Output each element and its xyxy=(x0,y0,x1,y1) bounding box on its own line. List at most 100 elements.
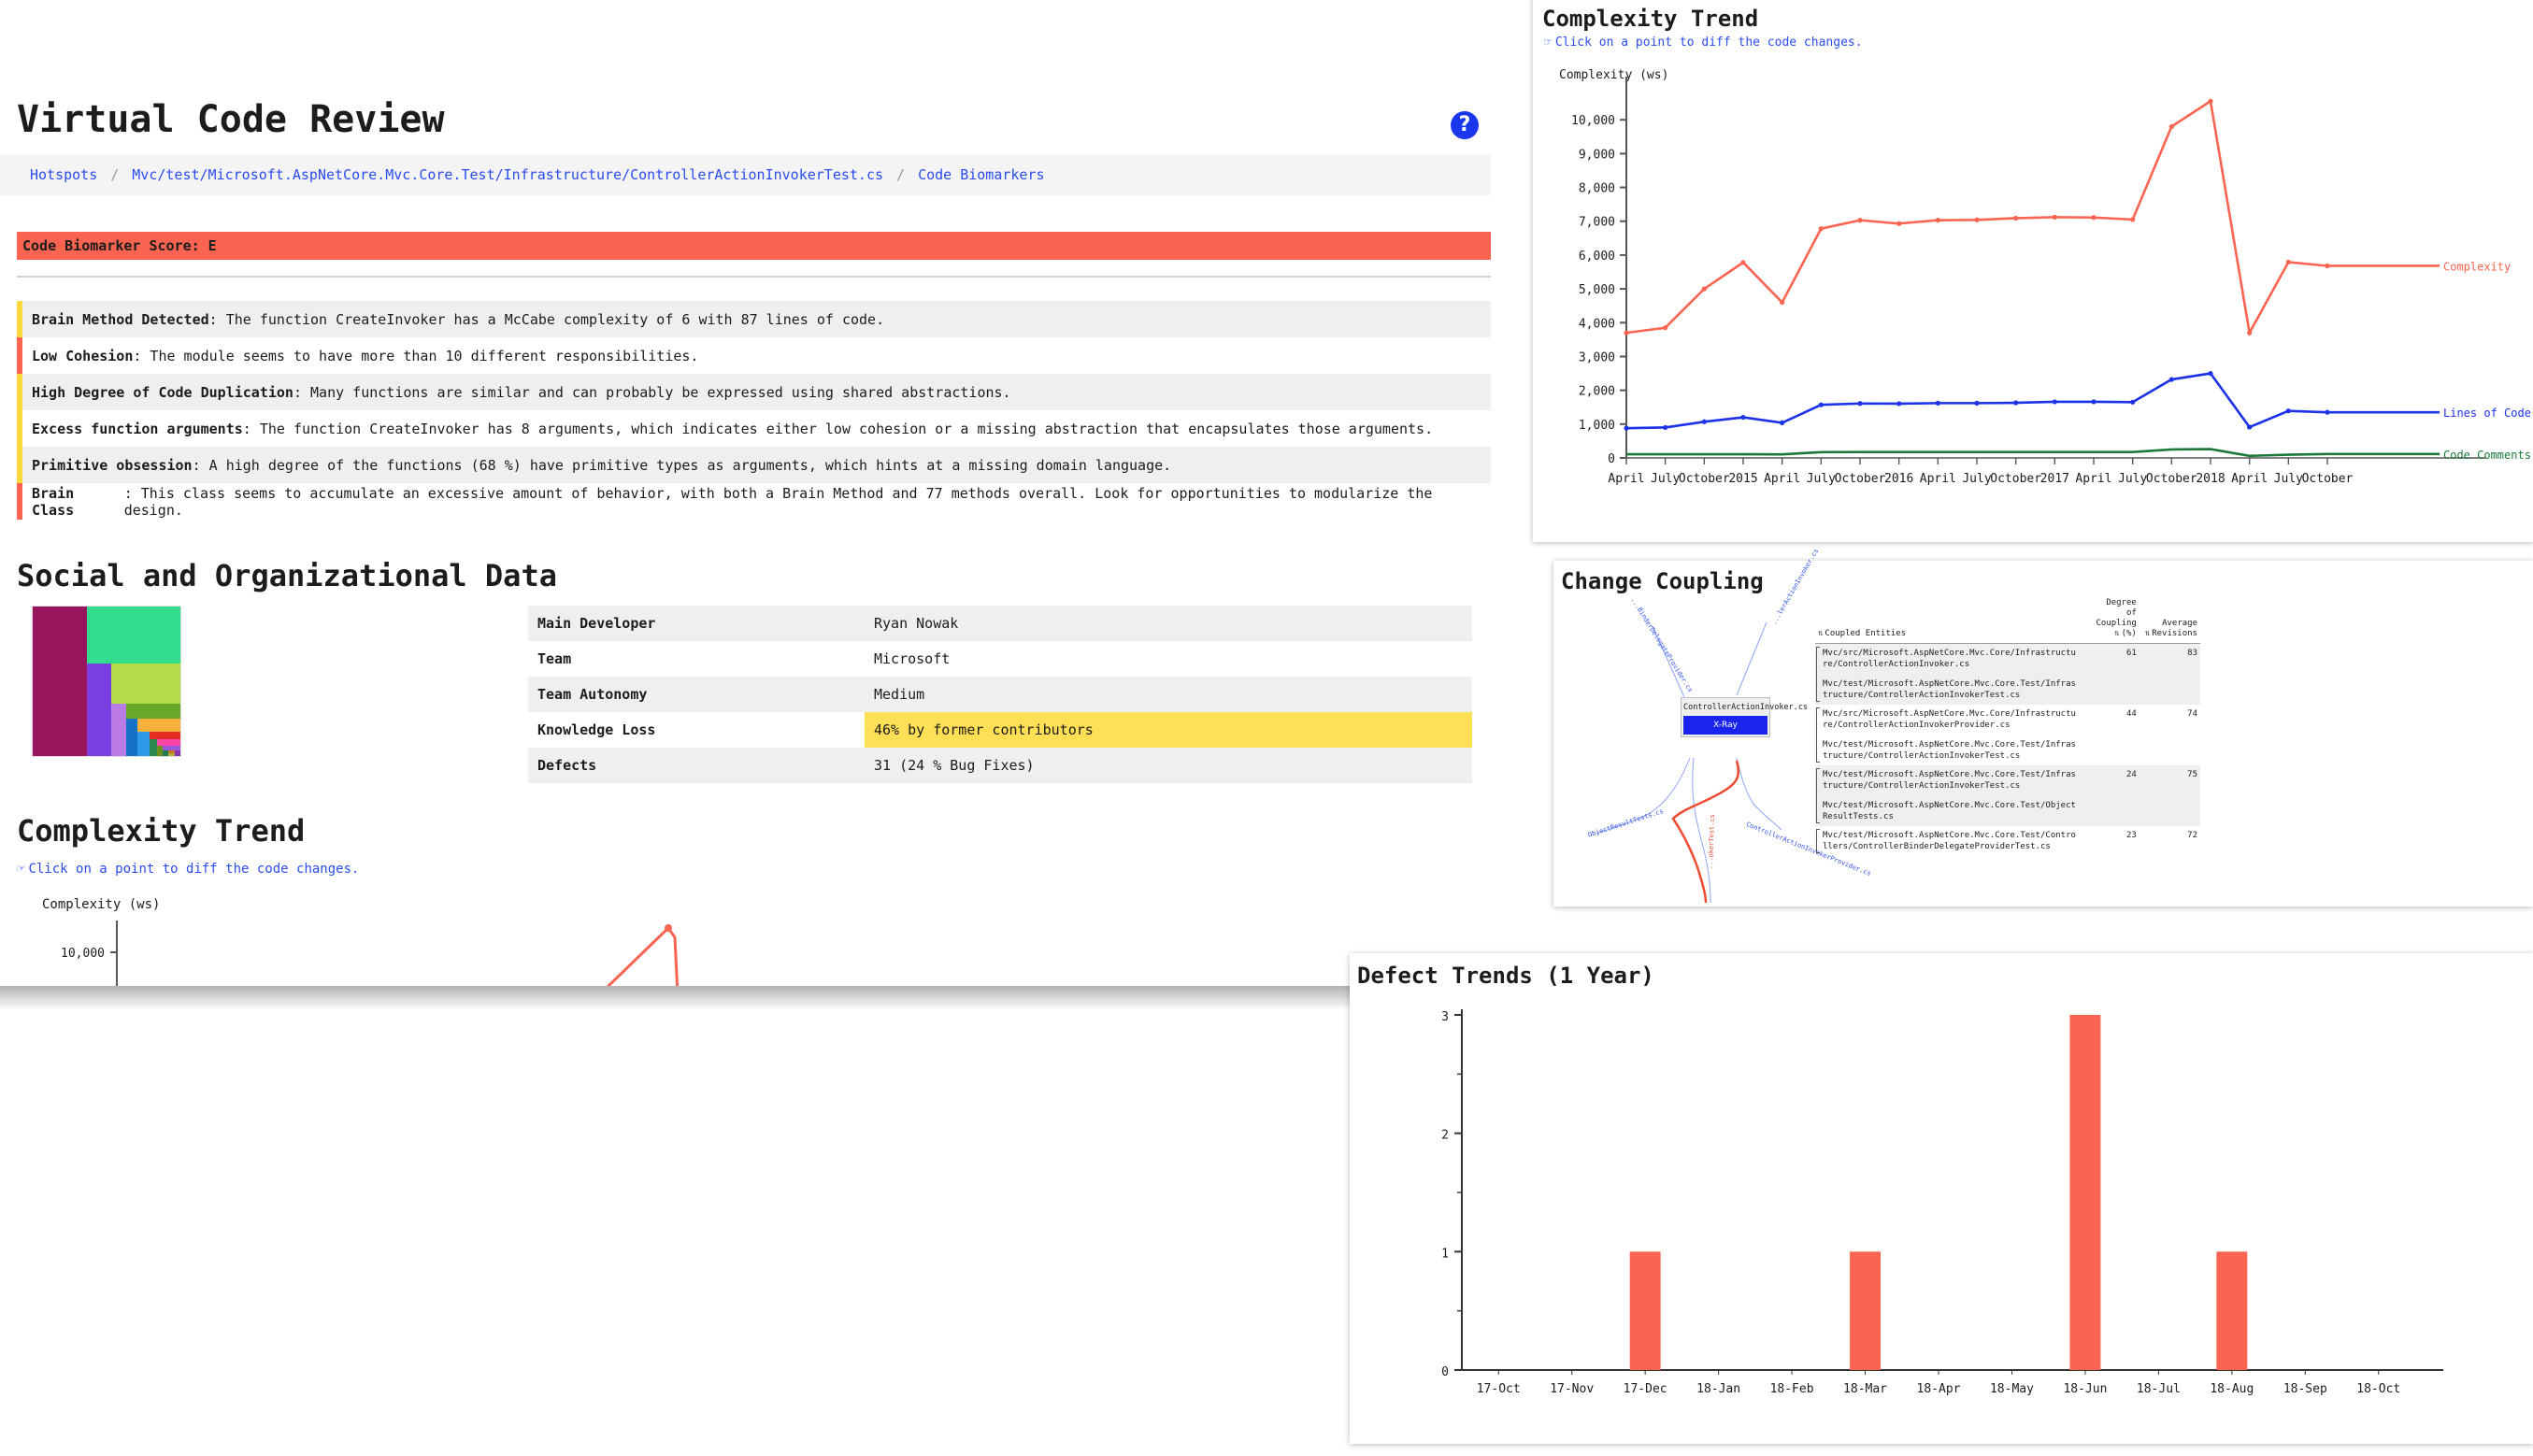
data-point[interactable] xyxy=(1818,226,1824,232)
complexity-trend-chart[interactable]: Complexity (ws) 0 1,000 2,000 3,000 4,000 5,00… xyxy=(1533,65,2533,533)
bar[interactable] xyxy=(1629,1251,1661,1370)
data-point[interactable] xyxy=(1935,400,1940,406)
treemap-cell[interactable] xyxy=(87,663,111,756)
treemap-cell[interactable] xyxy=(33,607,88,756)
data-point[interactable] xyxy=(2052,399,2057,405)
data-point[interactable] xyxy=(1818,402,1824,407)
data-point[interactable] xyxy=(1780,420,1785,425)
brace-icon xyxy=(1816,829,1820,853)
data-point[interactable] xyxy=(2285,259,2291,265)
entity-line: Mvc/test/Microsoft.AspNetCore.Mvc.Core.T… xyxy=(1823,801,2076,810)
x-tick-label: 2015 xyxy=(1728,472,1757,486)
data-point[interactable] xyxy=(2168,123,2174,130)
col-header-degree-of-coupling[interactable]: Degree of Coupling ⇅ (%) xyxy=(2091,598,2139,644)
col-header-coupled-entities[interactable]: ⇅ Coupled Entities xyxy=(1815,598,2092,644)
data-point[interactable] xyxy=(1974,217,1980,222)
x-tick-label: 18-Oct xyxy=(2356,1382,2400,1396)
data-point[interactable] xyxy=(1701,286,1707,292)
data-point[interactable] xyxy=(2013,215,2019,221)
x-tick-label: April xyxy=(1764,472,1800,486)
y-tick-label: 0 xyxy=(1441,1365,1449,1379)
defect-trends-panel: Defect Trends (1 Year) 0 1 2 3 17-Oct 17-Nov 1… xyxy=(1350,953,2533,1444)
data-point[interactable] xyxy=(665,924,672,932)
legend-label: Code Comments xyxy=(2443,449,2531,462)
section-title-complexity-lower: Complexity Trend xyxy=(17,813,306,849)
data-point[interactable] xyxy=(1624,330,1629,335)
bar[interactable] xyxy=(2216,1251,2248,1370)
data-point[interactable] xyxy=(1740,260,1746,265)
table-row[interactable]: Mvc/test/Microsoft.AspNetCore.Mvc.Core.T… xyxy=(1815,826,2200,856)
bar[interactable] xyxy=(1850,1251,1882,1370)
data-point[interactable] xyxy=(1974,400,1980,406)
data-point[interactable] xyxy=(1935,218,1940,223)
table-row[interactable]: Mvc/test/Microsoft.AspNetCore.Mvc.Core.T… xyxy=(1815,765,2200,826)
y-tick-label: 5,000 xyxy=(1579,283,1615,297)
complexity-trend-chart-lower[interactable]: 10,000 xyxy=(0,921,1491,986)
data-point[interactable] xyxy=(2013,400,2019,406)
treemap-cell[interactable] xyxy=(125,704,180,719)
question-mark-icon[interactable]: ? xyxy=(1451,111,1479,139)
treemap-cell[interactable] xyxy=(137,719,180,733)
coupling-network-graph[interactable] xyxy=(1553,594,1811,903)
treemap-cell[interactable] xyxy=(149,739,157,756)
data-point[interactable] xyxy=(2208,370,2213,377)
bar[interactable] xyxy=(2069,1015,2101,1370)
series-line[interactable] xyxy=(1626,448,2328,458)
data-point[interactable] xyxy=(1624,425,1629,431)
entity-line: re/ControllerActionInvoker.cs xyxy=(1823,660,1970,669)
series-line[interactable] xyxy=(1625,99,2328,337)
breadcrumb-separator: / xyxy=(110,166,120,183)
treemap-cell[interactable] xyxy=(110,704,126,756)
data-point[interactable] xyxy=(2208,98,2213,104)
data-point[interactable] xyxy=(1896,401,1902,407)
data-point[interactable] xyxy=(1896,221,1902,226)
treemap-cell[interactable] xyxy=(137,732,150,756)
data-point[interactable] xyxy=(2052,214,2057,220)
table-row[interactable]: Mvc/src/Microsoft.AspNetCore.Mvc.Core/In… xyxy=(1815,705,2200,765)
data-point[interactable] xyxy=(2247,424,2253,430)
x-tick-label: 17-Dec xyxy=(1624,1382,1667,1396)
data-point[interactable] xyxy=(2130,217,2136,222)
data-point[interactable] xyxy=(2130,399,2136,405)
breadcrumb-item-code-biomarkers[interactable]: Code Biomarkers xyxy=(918,166,1044,183)
x-tick-label: July xyxy=(1651,472,1680,486)
author-contribution-treemap xyxy=(32,606,181,757)
data-point[interactable] xyxy=(1663,424,1668,431)
coupled-entities-cell: Mvc/test/Microsoft.AspNetCore.Mvc.Core.T… xyxy=(1815,826,2091,856)
entity-line: Mvc/test/Microsoft.AspNetCore.Mvc.Core.T… xyxy=(1823,831,2076,840)
treemap-cell[interactable] xyxy=(87,607,180,664)
x-tick-label: 17-Oct xyxy=(1477,1382,1521,1396)
data-point[interactable] xyxy=(2285,408,2291,414)
y-tick-label: 1 xyxy=(1441,1247,1449,1261)
data-point[interactable] xyxy=(2168,377,2174,382)
x-tick-label: October xyxy=(1835,472,1886,486)
data-point[interactable] xyxy=(2091,215,2097,221)
treemap-cell[interactable] xyxy=(125,719,138,756)
biomarker-severity-bar xyxy=(17,301,22,337)
x-tick-label: 18-Mar xyxy=(1843,1382,1887,1396)
treemap-cell[interactable] xyxy=(174,749,180,756)
breadcrumb-item-hotspots[interactable]: Hotspots xyxy=(30,166,97,183)
coupled-entities-cell: Mvc/src/Microsoft.AspNetCore.Mvc.Core/In… xyxy=(1815,644,2091,706)
data-point[interactable] xyxy=(1701,419,1707,424)
col-degree-line-0: Degree xyxy=(2106,598,2137,607)
treemap-cell[interactable] xyxy=(149,732,180,740)
col-header-average-revisions[interactable]: Average ⇅ Revisions xyxy=(2139,598,2200,644)
data-point[interactable] xyxy=(1780,299,1785,306)
complexity-hint[interactable]: ☞ Click on a point to diff the code chang… xyxy=(1544,36,1863,50)
data-point[interactable] xyxy=(2247,330,2253,335)
data-point[interactable] xyxy=(1857,218,1863,223)
x-tick-label: July xyxy=(1807,472,1836,486)
xray-button[interactable]: X-Ray xyxy=(1683,716,1767,735)
x-tick-label: 17-Nov xyxy=(1550,1382,1594,1396)
breadcrumb-item-file[interactable]: Mvc/test/Microsoft.AspNetCore.Mvc.Core.T… xyxy=(132,166,883,183)
data-point[interactable] xyxy=(1857,401,1863,407)
defect-trends-chart[interactable]: 0 1 2 3 17-Oct 17-Nov 17-Dec 18-Jan 18-Feb 18-Mar… xyxy=(1350,996,2533,1435)
treemap-cell[interactable] xyxy=(110,663,180,704)
data-point[interactable] xyxy=(2091,399,2097,405)
data-point[interactable] xyxy=(1663,325,1668,331)
complexity-hint-lower[interactable]: ☞ Click on a point to diff the code chang… xyxy=(17,862,359,877)
x-tick-label: July xyxy=(2274,472,2303,486)
table-row[interactable]: Mvc/src/Microsoft.AspNetCore.Mvc.Core/In… xyxy=(1815,643,2200,706)
data-point[interactable] xyxy=(1740,414,1746,421)
